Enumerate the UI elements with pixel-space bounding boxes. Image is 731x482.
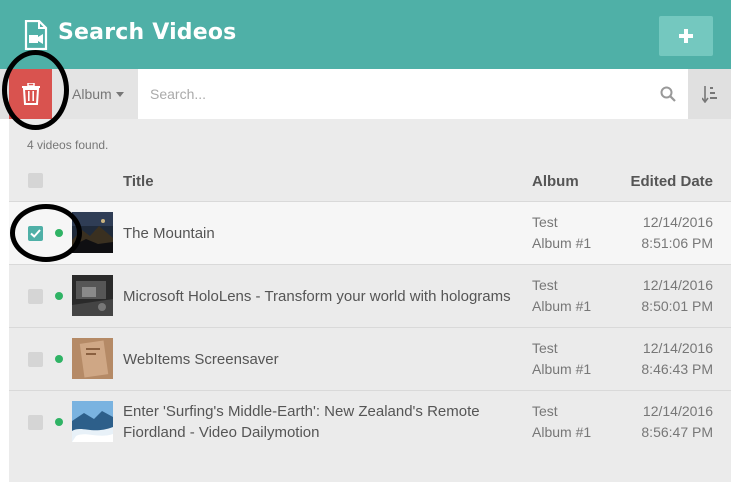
video-title-line-1: Enter 'Surfing's Middle-Earth': New Zeal… — [123, 403, 480, 420]
sort-button[interactable] — [688, 69, 731, 119]
add-video-button[interactable] — [659, 16, 713, 56]
video-album: Test Album #1 — [532, 401, 622, 443]
video-edited-date: 12/14/2016 8:46:43 PM — [641, 338, 713, 380]
trash-icon — [21, 83, 40, 105]
video-file-icon — [24, 20, 48, 50]
album-filter-dropdown[interactable]: Album — [52, 69, 138, 119]
album-line-1: Test — [532, 340, 558, 356]
status-dot — [55, 418, 63, 426]
column-header-edited-date[interactable]: Edited Date — [630, 173, 713, 190]
table-row[interactable]: Microsoft HoloLens - Transform your worl… — [9, 264, 731, 327]
video-album: Test Album #1 — [532, 275, 622, 317]
row-checkbox[interactable] — [28, 415, 43, 430]
chevron-down-icon — [115, 91, 124, 97]
table-row[interactable]: Enter 'Surfing's Middle-Earth': New Zeal… — [9, 390, 731, 453]
video-title: The Mountain — [123, 225, 215, 242]
status-dot — [55, 292, 63, 300]
table-row[interactable]: The Mountain Test Album #1 12/14/2016 8:… — [9, 201, 731, 264]
page-header: Search Videos — [0, 0, 731, 69]
edited-date: 12/14/2016 — [642, 340, 713, 356]
album-line-2: Album #1 — [532, 424, 592, 440]
edited-time: 8:50:01 PM — [641, 298, 713, 314]
search-input[interactable] — [138, 69, 653, 119]
plus-icon — [679, 29, 693, 43]
row-checkbox[interactable] — [28, 352, 43, 367]
page-title: Search Videos — [58, 20, 237, 45]
video-edited-date: 12/14/2016 8:56:47 PM — [641, 401, 713, 443]
status-dot — [55, 355, 63, 363]
edited-time: 8:51:06 PM — [641, 235, 713, 251]
album-line-2: Album #1 — [532, 235, 592, 251]
row-checkbox[interactable] — [28, 226, 43, 241]
album-line-2: Album #1 — [532, 361, 592, 377]
table-row[interactable]: WebItems Screensaver Test Album #1 12/14… — [9, 327, 731, 390]
video-thumbnail — [72, 275, 113, 316]
results-count: 4 videos found. — [27, 138, 109, 152]
edited-time: 8:56:47 PM — [641, 424, 713, 440]
search-icon[interactable] — [660, 86, 676, 102]
album-line-1: Test — [532, 403, 558, 419]
search-box — [138, 69, 688, 119]
video-thumbnail — [72, 338, 113, 379]
edited-date: 12/14/2016 — [642, 277, 713, 293]
select-all-checkbox[interactable] — [28, 173, 43, 188]
check-icon — [30, 229, 41, 238]
results-panel: 4 videos found. Title Album Edited Date … — [9, 119, 731, 482]
video-thumbnail — [72, 212, 113, 253]
album-line-1: Test — [532, 214, 558, 230]
status-dot — [55, 229, 63, 237]
album-line-1: Test — [532, 277, 558, 293]
edited-date: 12/14/2016 — [642, 403, 713, 419]
video-title-line-2: Fiordland - Video Dailymotion — [123, 424, 320, 441]
column-header-title[interactable]: Title — [123, 173, 154, 190]
video-edited-date: 12/14/2016 8:50:01 PM — [641, 275, 713, 317]
video-title: WebItems Screensaver — [123, 351, 279, 368]
video-album: Test Album #1 — [532, 338, 622, 380]
video-album: Test Album #1 — [532, 212, 622, 254]
video-title: Enter 'Surfing's Middle-Earth': New Zeal… — [123, 401, 480, 443]
toolbar: Album — [0, 69, 731, 119]
album-line-2: Album #1 — [532, 298, 592, 314]
column-header-album[interactable]: Album — [532, 173, 579, 190]
video-title: Microsoft HoloLens - Transform your worl… — [123, 288, 511, 305]
video-thumbnail — [72, 401, 113, 442]
video-edited-date: 12/14/2016 8:51:06 PM — [641, 212, 713, 254]
delete-button[interactable] — [9, 69, 52, 119]
edited-date: 12/14/2016 — [642, 214, 713, 230]
edited-time: 8:46:43 PM — [641, 361, 713, 377]
album-filter-label: Album — [72, 86, 112, 102]
sort-icon — [701, 86, 717, 103]
row-checkbox[interactable] — [28, 289, 43, 304]
